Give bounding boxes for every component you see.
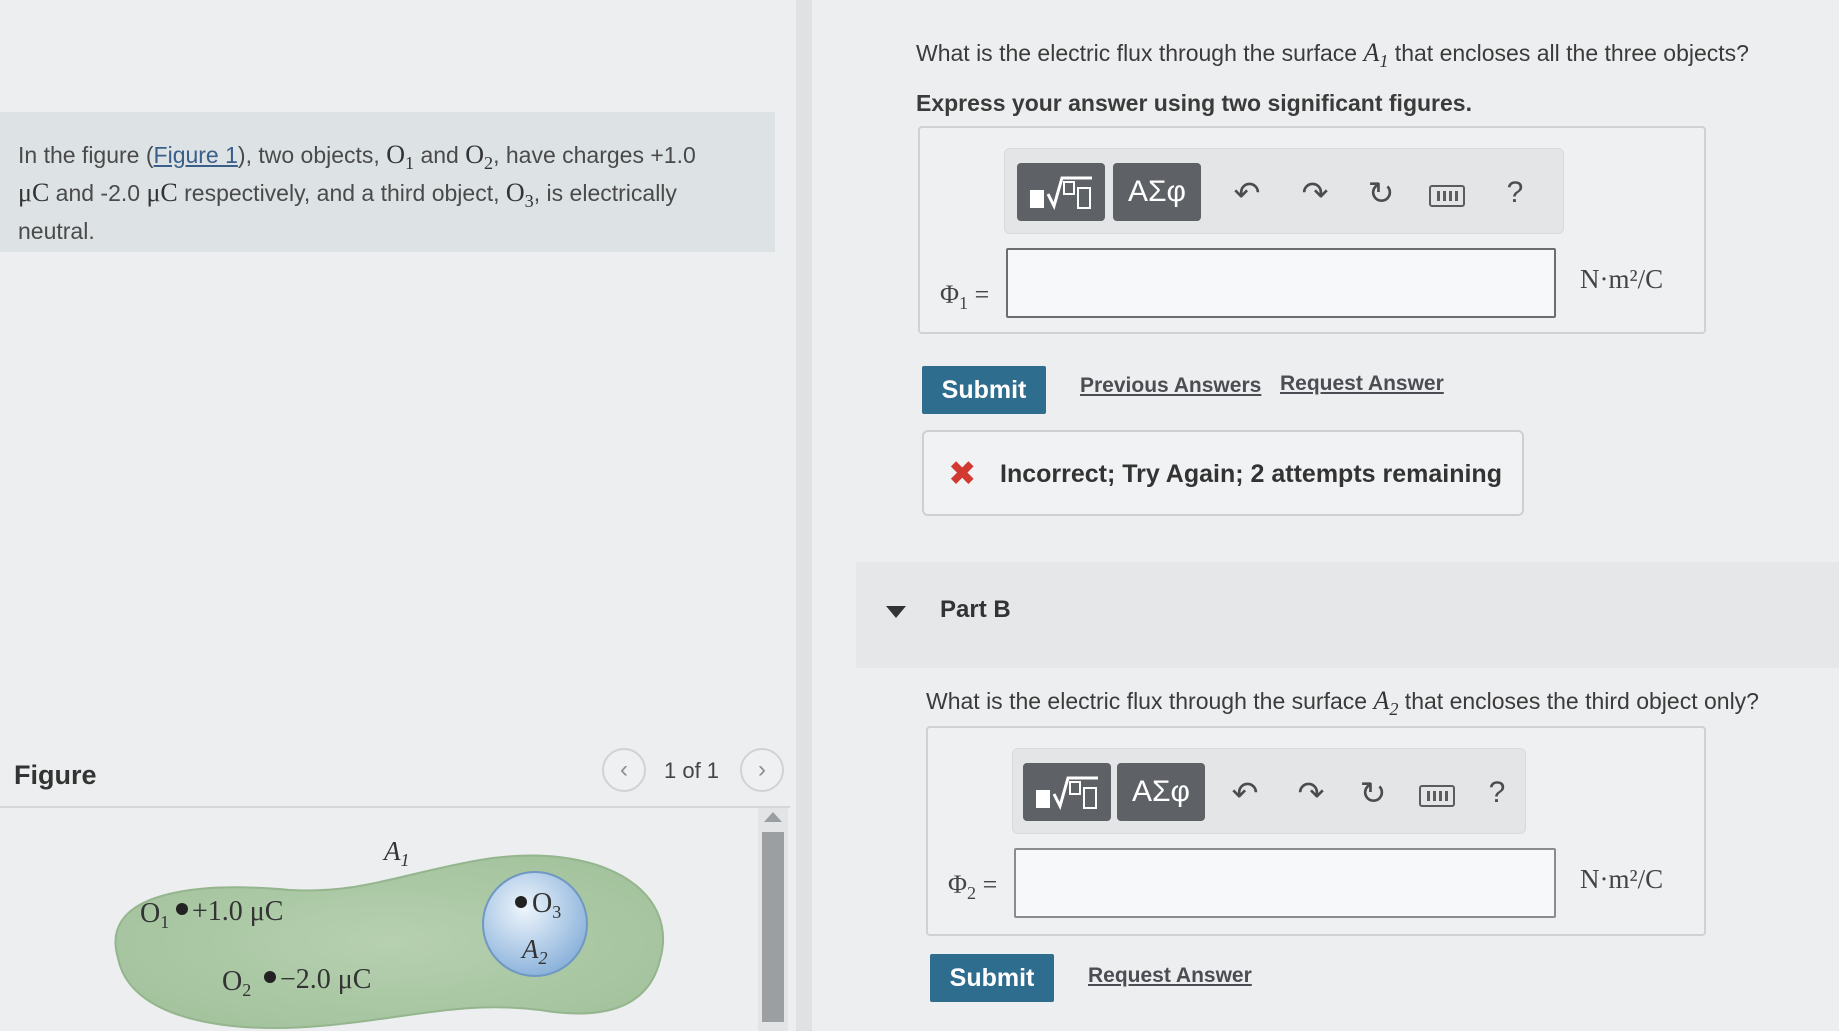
phi1-unit: N·m²/C	[1580, 264, 1664, 294]
previous-answers-link[interactable]: Previous Answers	[1080, 374, 1261, 398]
part-a-question: What is the electric flux through the su…	[916, 38, 1749, 72]
problem-text: neutral.	[18, 218, 95, 245]
flux-surfaces-diagram: A1 O1 +1.0 μC O2 −2.0 μC O3 A2	[114, 836, 665, 1030]
object-o3-dot	[515, 896, 527, 908]
template-sqrt-icon[interactable]	[1017, 163, 1105, 221]
figure-header: Figure ‹ 1 of 1 ›	[0, 748, 790, 808]
part-b-header[interactable]: Part B	[856, 562, 1839, 668]
figure-title: Figure	[14, 760, 97, 790]
greek-symbols-button[interactable]: ΑΣφ	[1113, 163, 1201, 221]
problem-text: and	[414, 142, 466, 168]
problem-text: , is electrically	[533, 180, 677, 207]
figure-counter: 1 of 1	[664, 758, 720, 783]
figure-link[interactable]: Figure 1	[154, 142, 238, 168]
reset-icon[interactable]: ↻	[1359, 171, 1403, 215]
incorrect-x-icon: ✖	[948, 455, 977, 493]
o2-symbol: O2	[465, 140, 494, 174]
object-o2-dot	[264, 971, 276, 983]
keyboard-icon[interactable]	[1415, 771, 1459, 815]
phi2-answer-input[interactable]	[1014, 848, 1556, 918]
template-sqrt-icon	[1036, 776, 1098, 811]
problem-text: , have charges +1.0	[493, 142, 696, 168]
object-o1-dot	[176, 903, 188, 915]
undo-icon[interactable]: ↶	[1225, 171, 1269, 215]
part-b-math-toolbar: ΑΣφ ↶ ↷ ↻ ?	[1012, 748, 1526, 834]
part-b-answer-box: ΑΣφ ↶ ↷ ↻ ? Φ2 = N·m²/C	[926, 726, 1706, 936]
phi1-label: Φ1 =	[940, 280, 990, 314]
problem-statement: In the figure (Figure 1), two objects, O…	[0, 112, 775, 252]
problem-text: ), two objects,	[237, 142, 387, 168]
problem-text: In the figure (	[18, 142, 154, 168]
feedback-text: Incorrect; Try Again; 2 attempts remaini…	[1000, 460, 1502, 488]
figure-scrollbar[interactable]	[758, 808, 788, 1031]
figure-image: A1 O1 +1.0 μC O2 −2.0 μC O3 A2	[0, 810, 760, 1031]
keyboard-icon[interactable]	[1425, 171, 1469, 215]
phi1-answer-input[interactable]	[1006, 248, 1556, 318]
label-a1: A1	[382, 836, 410, 870]
greek-symbols-button[interactable]: ΑΣφ	[1117, 763, 1205, 821]
feedback-box: ✖ Incorrect; Try Again; 2 attempts remai…	[922, 430, 1524, 516]
part-a-answer-box: ΑΣφ ↶ ↷ ↻ ? Φ1 = N·m²/C	[918, 126, 1706, 334]
reset-icon[interactable]: ↻	[1351, 771, 1395, 815]
phi2-unit: N·m²/C	[1580, 864, 1664, 894]
unit-symbol: μC	[146, 178, 178, 208]
undo-icon[interactable]: ↶	[1223, 771, 1267, 815]
right-pane: What is the electric flux through the su…	[812, 0, 1839, 1031]
part-b-request-answer-link[interactable]: Request Answer	[1088, 964, 1252, 988]
part-a-instruction: Express your answer using two significan…	[916, 90, 1472, 116]
pane-divider[interactable]	[796, 0, 812, 1031]
unit-symbol: μC	[18, 178, 50, 208]
o3-symbol: O3	[505, 178, 534, 212]
problem-text: and -2.0	[49, 180, 147, 207]
template-sqrt-icon	[1030, 176, 1092, 211]
scrollbar-thumb[interactable]	[762, 832, 784, 1022]
part-a-math-toolbar: ΑΣφ ↶ ↷ ↻ ?	[1004, 148, 1564, 234]
caret-down-icon[interactable]	[886, 606, 906, 618]
label-o2-charge: −2.0 μC	[280, 964, 371, 995]
part-b-title: Part B	[940, 596, 1011, 623]
part-a-request-answer-link[interactable]: Request Answer	[1280, 372, 1444, 396]
o1-symbol: O1	[386, 140, 415, 174]
left-pane: In the figure (Figure 1), two objects, O…	[0, 0, 808, 1031]
redo-icon[interactable]: ↷	[1293, 171, 1337, 215]
chevron-right-icon[interactable]: ›	[740, 748, 784, 792]
scroll-up-arrow-icon[interactable]	[764, 812, 782, 822]
part-b-question: What is the electric flux through the su…	[926, 686, 1759, 720]
template-sqrt-icon[interactable]	[1023, 763, 1111, 821]
part-b-submit-button[interactable]: Submit	[930, 954, 1054, 1002]
help-icon[interactable]: ?	[1493, 171, 1537, 215]
help-icon[interactable]: ?	[1475, 771, 1519, 815]
phi2-label: Φ2 =	[948, 870, 998, 904]
label-o1-charge: +1.0 μC	[192, 896, 283, 927]
problem-text: respectively, and a third object,	[177, 180, 506, 207]
part-a-submit-button[interactable]: Submit	[922, 366, 1046, 414]
redo-icon[interactable]: ↷	[1289, 771, 1333, 815]
chevron-left-icon[interactable]: ‹	[602, 748, 646, 792]
